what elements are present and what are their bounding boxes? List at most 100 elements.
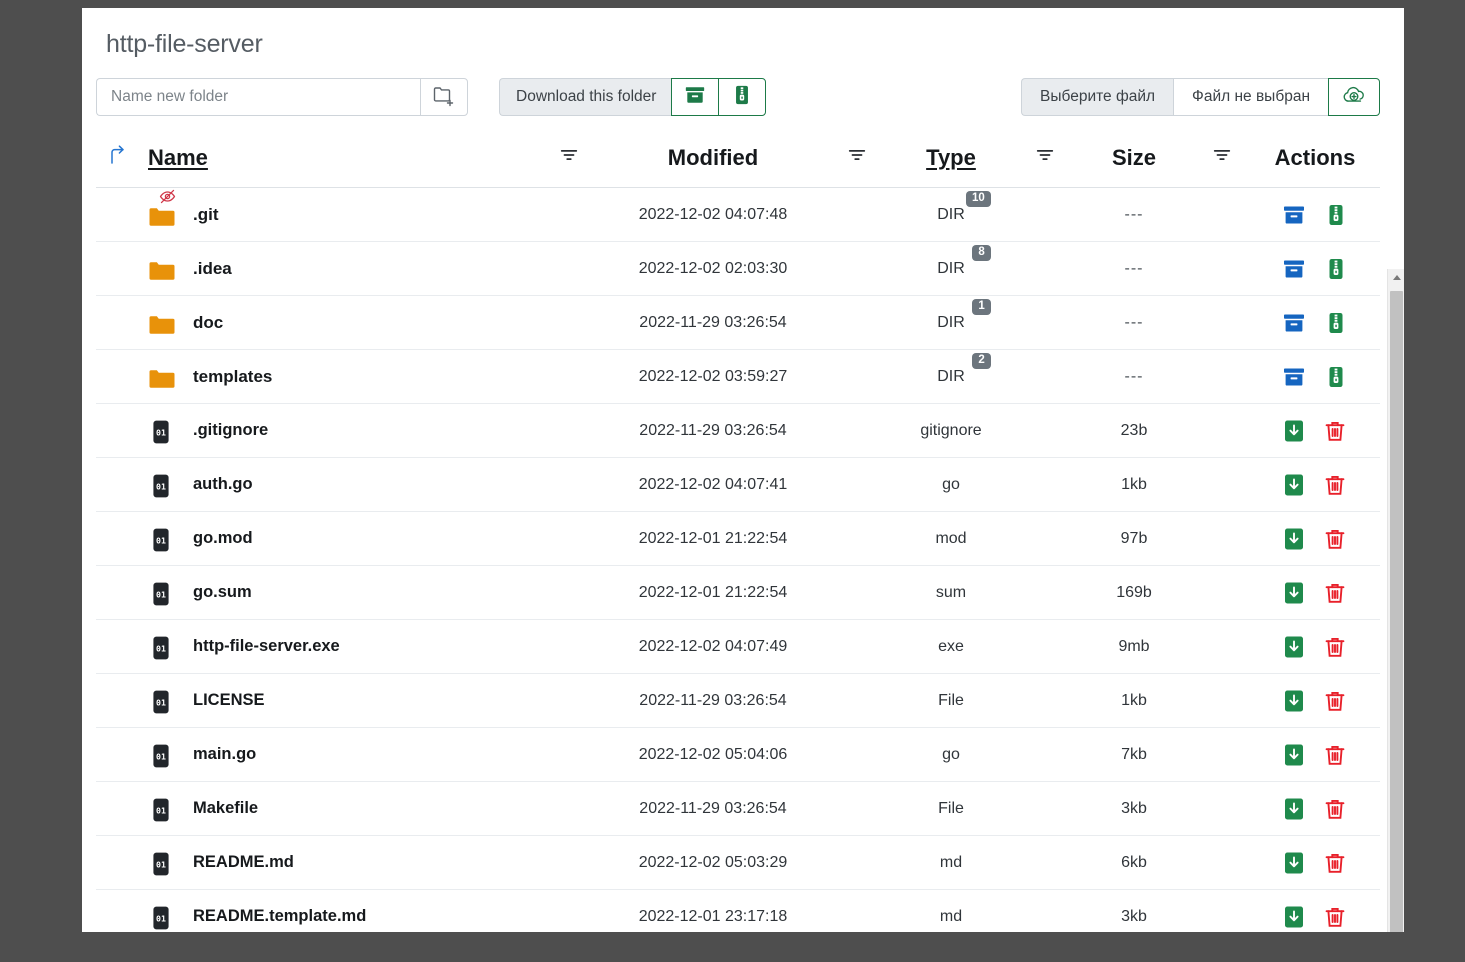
table-row[interactable]: 01 go.mod 2022-12-01 21:22:54 mod 97b	[96, 512, 1380, 566]
actions-cell	[1250, 188, 1380, 242]
item-name[interactable]: doc	[193, 313, 223, 333]
vertical-scrollbar[interactable]	[1387, 269, 1404, 932]
filter-size-button[interactable]	[1194, 139, 1250, 188]
download-button[interactable]	[1283, 743, 1305, 767]
row-actions	[1251, 473, 1379, 497]
table-row[interactable]: 01 go.sum 2022-12-01 21:22:54 sum 169b	[96, 566, 1380, 620]
download-button[interactable]	[1283, 527, 1305, 551]
scroll-up-button[interactable]	[1388, 269, 1404, 286]
download-folder-zip-button[interactable]	[718, 78, 767, 116]
delete-button[interactable]	[1323, 635, 1347, 659]
item-name[interactable]: go.mod	[193, 529, 253, 548]
name-cell[interactable]: .git	[140, 188, 540, 242]
delete-button[interactable]	[1323, 581, 1347, 605]
type-value: md	[939, 853, 963, 871]
download-button[interactable]	[1283, 581, 1305, 605]
item-name[interactable]: LICENSE	[193, 691, 265, 710]
name-cell[interactable]: 01 README.md	[140, 836, 540, 890]
download-tar-button[interactable]	[1282, 203, 1306, 227]
column-header-type[interactable]: Type	[886, 139, 1016, 188]
table-row[interactable]: 01 LICENSE 2022-11-29 03:26:54 File 1kb	[96, 674, 1380, 728]
delete-button[interactable]	[1323, 797, 1347, 821]
table-row[interactable]: templates 2022-12-02 03:59:27 DIR 2 ---	[96, 350, 1380, 404]
table-row[interactable]: 01 README.md 2022-12-02 05:03:29 md 6kb	[96, 836, 1380, 890]
folder-icon	[147, 308, 177, 338]
choose-file-button[interactable]: Выберите файл	[1021, 78, 1174, 116]
table-row[interactable]: .idea 2022-12-02 02:03:30 DIR 8 ---	[96, 242, 1380, 296]
level-up-arrow-icon[interactable]	[106, 145, 130, 172]
name-cell[interactable]: 01 auth.go	[140, 458, 540, 512]
download-button[interactable]	[1283, 419, 1305, 443]
download-folder-tar-button[interactable]	[671, 78, 720, 116]
scrollbar-thumb[interactable]	[1390, 291, 1403, 932]
name-cell[interactable]: 01 http-file-server.exe	[140, 620, 540, 674]
download-button[interactable]	[1283, 797, 1305, 821]
delete-button[interactable]	[1323, 473, 1347, 497]
name-cell[interactable]: 01 .gitignore	[140, 404, 540, 458]
name-cell[interactable]: 01 main.go	[140, 728, 540, 782]
name-cell[interactable]: 01 go.mod	[140, 512, 540, 566]
column-header-size[interactable]: Size	[1074, 139, 1194, 188]
download-zip-button[interactable]	[1324, 311, 1348, 335]
download-tar-button[interactable]	[1282, 311, 1306, 335]
download-button[interactable]	[1283, 905, 1305, 929]
item-name[interactable]: .gitignore	[193, 421, 268, 440]
table-row[interactable]: 01 http-file-server.exe 2022-12-02 04:07:4…	[96, 620, 1380, 674]
download-zip-button[interactable]	[1324, 257, 1348, 281]
item-name[interactable]: README.template.md	[193, 907, 366, 926]
row-spacer-cell	[96, 566, 140, 620]
delete-button[interactable]	[1323, 743, 1347, 767]
upload-button[interactable]	[1328, 78, 1380, 116]
item-name[interactable]: .idea	[193, 259, 232, 279]
table-row[interactable]: 01 auth.go 2022-12-02 04:07:41 go 1kb	[96, 458, 1380, 512]
download-tar-button[interactable]	[1282, 365, 1306, 389]
table-row[interactable]: doc 2022-11-29 03:26:54 DIR 1 ---	[96, 296, 1380, 350]
delete-button[interactable]	[1323, 851, 1347, 875]
table-row[interactable]: 01 Makefile 2022-11-29 03:26:54 File 3kb	[96, 782, 1380, 836]
delete-button[interactable]	[1323, 527, 1347, 551]
name-cell[interactable]: doc	[140, 296, 540, 350]
hidden-eye-slash-icon	[159, 188, 176, 210]
download-button[interactable]	[1283, 851, 1305, 875]
name-cell[interactable]: 01 go.sum	[140, 566, 540, 620]
create-folder-button[interactable]	[420, 78, 468, 116]
row-spacer-cell	[1016, 566, 1074, 620]
name-cell[interactable]: 01 README.template.md	[140, 890, 540, 933]
name-cell[interactable]: 01 Makefile	[140, 782, 540, 836]
column-header-name[interactable]: Name	[140, 139, 540, 188]
column-header-modified[interactable]: Modified	[598, 139, 828, 188]
item-name[interactable]: go.sum	[193, 583, 252, 602]
item-name[interactable]: templates	[193, 367, 272, 387]
item-name[interactable]: README.md	[193, 853, 294, 872]
filter-type-button[interactable]	[1016, 139, 1074, 188]
download-zip-button[interactable]	[1324, 365, 1348, 389]
download-button[interactable]	[1283, 689, 1305, 713]
item-name[interactable]: Makefile	[193, 799, 258, 818]
delete-button[interactable]	[1323, 905, 1347, 929]
download-button[interactable]	[1283, 635, 1305, 659]
triangle-up-icon	[1392, 275, 1401, 280]
item-name[interactable]: http-file-server.exe	[193, 637, 340, 656]
filter-name-button[interactable]	[540, 139, 598, 188]
delete-button[interactable]	[1323, 689, 1347, 713]
actions-cell	[1250, 728, 1380, 782]
delete-button[interactable]	[1323, 419, 1347, 443]
table-row[interactable]: 01 .gitignore 2022-11-29 03:26:54 gitignore…	[96, 404, 1380, 458]
table-row[interactable]: 01 README.template.md 2022-12-01 23:17:18 m…	[96, 890, 1380, 933]
new-folder-input[interactable]	[96, 78, 421, 116]
item-name[interactable]: .git	[193, 205, 219, 225]
download-zip-button[interactable]	[1324, 203, 1348, 227]
table-row[interactable]: .git 2022-12-02 04:07:48 DIR 10 ---	[96, 188, 1380, 242]
download-tar-button[interactable]	[1282, 257, 1306, 281]
item-name[interactable]: auth.go	[193, 475, 253, 494]
table-row[interactable]: 01 main.go 2022-12-02 05:04:06 go 7kb	[96, 728, 1380, 782]
download-button[interactable]	[1283, 473, 1305, 497]
filter-modified-button[interactable]	[828, 139, 886, 188]
file-table: Name Modified Type Size Actions .git 202…	[96, 139, 1380, 932]
name-cell[interactable]: templates	[140, 350, 540, 404]
item-name[interactable]: main.go	[193, 745, 256, 764]
svg-text:01: 01	[156, 481, 166, 491]
name-cell[interactable]: .idea	[140, 242, 540, 296]
size-value: ---	[1124, 259, 1144, 277]
name-cell[interactable]: 01 LICENSE	[140, 674, 540, 728]
